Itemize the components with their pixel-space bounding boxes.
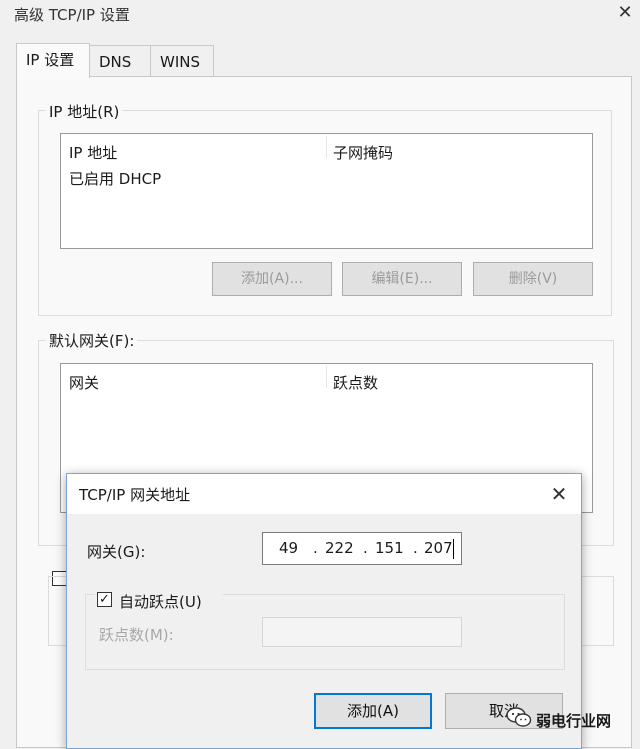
ip-dot: . xyxy=(313,539,318,557)
dialog-close-icon[interactable]: ✕ xyxy=(543,478,575,510)
ip-address-list[interactable]: IP 地址 子网掩码 已启用 DHCP xyxy=(60,133,593,249)
gateway-column-header[interactable]: 网关 xyxy=(69,372,99,393)
ip-address-column-header[interactable]: IP 地址 xyxy=(69,142,117,163)
ip-octet-4[interactable]: 207 xyxy=(424,539,453,557)
auto-metric-row[interactable]: ✓ 自动跃点(U) xyxy=(95,590,223,612)
ip-dot: . xyxy=(413,539,418,557)
ip-octet-2[interactable]: 222 xyxy=(325,539,354,557)
watermark-text: 弱电行业网 xyxy=(536,712,612,730)
window-close-icon[interactable]: ✕ xyxy=(610,0,640,26)
window-title: 高级 TCP/IP 设置 xyxy=(14,6,130,24)
subnet-mask-column-header[interactable]: 子网掩码 xyxy=(333,142,393,163)
tab-dns[interactable]: DNS xyxy=(89,45,151,77)
ip-octet-3[interactable]: 151 xyxy=(375,539,404,557)
gateway-ip-input[interactable]: 49 . 222 . 151 . 207 xyxy=(262,532,462,565)
text-cursor xyxy=(453,539,454,559)
metric-label: 跃点数(M): xyxy=(99,626,174,644)
metric-input[interactable] xyxy=(262,617,462,647)
tab-ip-settings[interactable]: IP 设置 xyxy=(16,43,90,78)
column-divider xyxy=(326,366,327,388)
ip-add-button[interactable]: 添加(A)... xyxy=(212,262,332,296)
metric-column-header[interactable]: 跃点数 xyxy=(333,372,378,393)
auto-metric-checkbox[interactable]: ✓ xyxy=(97,592,112,607)
column-divider xyxy=(326,136,327,158)
list-item-dhcp[interactable]: 已启用 DHCP xyxy=(69,168,161,189)
dialog-title: TCP/IP 网关地址 xyxy=(79,486,191,504)
wechat-logo-icon xyxy=(506,707,532,727)
watermark: 弱电行业网 xyxy=(506,700,640,740)
gateway-label: 网关(G): xyxy=(87,543,146,561)
ip-octet-1[interactable]: 49 xyxy=(279,539,298,557)
ip-dot: . xyxy=(363,539,368,557)
tab-wins[interactable]: WINS xyxy=(150,45,214,77)
auto-metric-label[interactable]: 自动跃点(U) xyxy=(119,591,202,612)
gateway-group-label: 默认网关(F): xyxy=(46,330,138,351)
dialog-add-button[interactable]: 添加(A) xyxy=(314,693,432,729)
ip-address-group-label: IP 地址(R) xyxy=(46,101,123,122)
ip-remove-button[interactable]: 删除(V) xyxy=(473,262,593,296)
gateway-address-dialog: TCP/IP 网关地址 ✕ 网关(G): 49 . 222 . 151 . 20… xyxy=(66,473,582,749)
ip-edit-button[interactable]: 编辑(E)... xyxy=(342,262,462,296)
